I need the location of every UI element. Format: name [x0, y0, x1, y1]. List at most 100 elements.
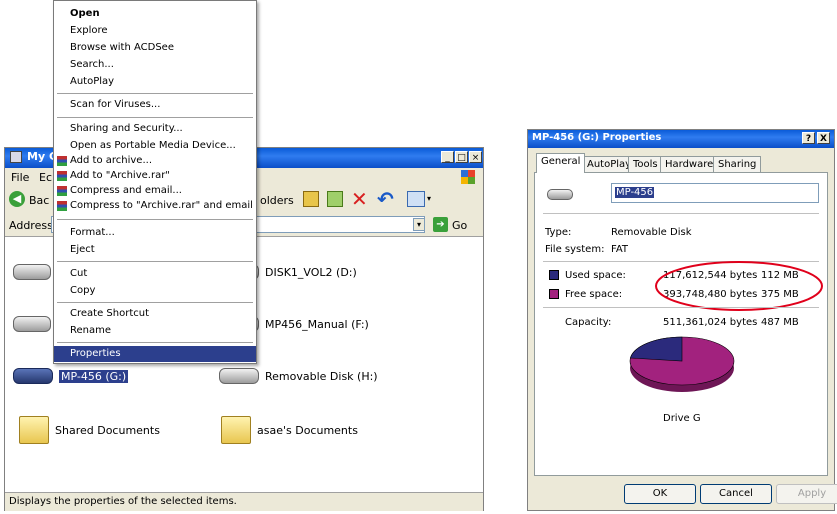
folder-icon	[221, 416, 251, 444]
folder-item-asae[interactable]: asae's Documents	[221, 416, 358, 444]
general-tab-panel: MP-456 Type: Removable Disk File system:…	[534, 172, 828, 476]
cancel-button[interactable]: Cancel	[700, 484, 772, 504]
free-space-label: Free space:	[565, 289, 623, 300]
winrar-icon	[57, 171, 67, 181]
menu-separator	[57, 219, 253, 220]
menu-item-rename[interactable]: Rename	[54, 323, 256, 339]
context-menu: Open Explore Browse with ACDSee Search..…	[53, 0, 257, 364]
menu-item-portable-media[interactable]: Open as Portable Media Device...	[54, 138, 256, 154]
menu-item-eject[interactable]: Eject	[54, 242, 256, 258]
move-to-icon[interactable]	[303, 191, 319, 207]
menu-item-label: Compress to "Archive.rar" and email	[70, 200, 253, 211]
drive-icon	[219, 368, 259, 384]
tab-sharing[interactable]: Sharing	[713, 156, 762, 172]
drive-item-g[interactable]: MP-456 (G:)	[13, 368, 129, 384]
tab-tools[interactable]: Tools	[628, 156, 663, 172]
type-value: Removable Disk	[611, 227, 692, 238]
go-arrow-icon[interactable]: ➔	[433, 217, 448, 232]
menu-item-scan-viruses[interactable]: Scan for Viruses...	[54, 97, 256, 113]
close-button[interactable]: X	[817, 132, 830, 144]
properties-title-bar[interactable]: MP-456 (G:) Properties ? X	[528, 130, 834, 148]
type-label: Type:	[545, 227, 572, 238]
go-button-label[interactable]: Go	[452, 219, 467, 232]
tab-hardware[interactable]: Hardware	[660, 156, 719, 172]
menu-item-label: Add to archive...	[70, 155, 152, 166]
drive-label: Drive G	[663, 413, 701, 424]
menu-item-search[interactable]: Search...	[54, 57, 256, 73]
folder-label-asae: asae's Documents	[257, 423, 358, 437]
views-icon[interactable]	[407, 191, 425, 207]
menu-separator	[57, 261, 253, 262]
properties-title: MP-456 (G:) Properties	[532, 132, 662, 143]
address-dropdown-icon[interactable]: ▾	[413, 218, 425, 231]
capacity-mb: 487 MB	[761, 317, 799, 328]
menu-item-label: Compress and email...	[70, 185, 182, 196]
disk-usage-pie	[629, 336, 735, 392]
pie-used-slice	[630, 336, 683, 362]
windows-logo-icon	[461, 170, 475, 184]
menu-item-compress-email[interactable]: Compress and email...	[54, 183, 256, 199]
removable-drive-icon	[13, 368, 53, 384]
menu-file[interactable]: File	[11, 171, 29, 184]
views-dropdown-icon[interactable]: ▾	[427, 194, 431, 203]
computer-icon	[10, 151, 22, 163]
menu-item-open[interactable]: Open	[54, 6, 256, 22]
status-text: Displays the properties of the selected …	[9, 496, 237, 507]
folders-button-label[interactable]: olders	[260, 194, 294, 207]
menu-separator	[57, 302, 253, 303]
drive-icon	[547, 189, 573, 200]
capacity-label: Capacity:	[565, 317, 612, 328]
menu-item-sharing-security[interactable]: Sharing and Security...	[54, 121, 256, 137]
apply-button[interactable]: Apply	[776, 484, 837, 504]
drive-item-h[interactable]: Removable Disk (H:)	[219, 368, 378, 384]
drive-icon[interactable]	[13, 264, 51, 280]
menu-item-explore[interactable]: Explore	[54, 23, 256, 39]
divider	[543, 307, 819, 308]
folder-label-shared: Shared Documents	[55, 423, 160, 437]
menu-item-browse-acdsee[interactable]: Browse with ACDSee	[54, 40, 256, 56]
menu-separator	[57, 117, 253, 118]
address-label: Address	[9, 219, 53, 232]
winrar-icon	[57, 156, 67, 166]
winrar-icon	[57, 201, 67, 211]
properties-dialog: MP-456 (G:) Properties ? X General AutoP…	[527, 129, 837, 511]
menu-edit[interactable]: Ec	[39, 171, 52, 184]
menu-item-create-shortcut[interactable]: Create Shortcut	[54, 306, 256, 322]
status-bar: Displays the properties of the selected …	[5, 492, 483, 511]
minimize-button[interactable]: _	[441, 151, 454, 163]
used-space-swatch	[549, 270, 559, 280]
drive-name-text: MP-456	[615, 187, 655, 198]
menu-item-cut[interactable]: Cut	[54, 266, 256, 282]
menu-item-properties[interactable]: Properties	[54, 346, 256, 362]
filesystem-value: FAT	[611, 244, 629, 255]
used-space-label: Used space:	[565, 270, 626, 281]
help-button[interactable]: ?	[802, 132, 815, 144]
tab-general[interactable]: General	[536, 153, 586, 173]
ok-button[interactable]: OK	[624, 484, 696, 504]
menu-item-copy[interactable]: Copy	[54, 283, 256, 299]
menu-separator	[57, 93, 253, 94]
undo-icon[interactable]: ↶	[377, 188, 394, 210]
menu-item-add-archive-rar[interactable]: Add to "Archive.rar"	[54, 168, 256, 184]
drive-name-input[interactable]: MP-456	[611, 183, 819, 203]
menu-item-label: Add to "Archive.rar"	[70, 170, 170, 181]
drive-label-h: Removable Disk (H:)	[265, 369, 378, 383]
folder-item-shared[interactable]: Shared Documents	[19, 416, 160, 444]
back-button-label[interactable]: Bac	[29, 194, 49, 207]
close-button[interactable]: ×	[469, 151, 482, 163]
menu-separator	[57, 342, 253, 343]
delete-icon[interactable]: ✕	[351, 188, 368, 210]
menu-item-compress-rar-email[interactable]: Compress to "Archive.rar" and email	[54, 198, 256, 214]
menu-item-format[interactable]: Format...	[54, 225, 256, 241]
menu-item-autoplay[interactable]: AutoPlay	[54, 74, 256, 90]
folder-icon	[19, 416, 49, 444]
copy-to-icon[interactable]	[327, 191, 343, 207]
menu-item-add-archive[interactable]: Add to archive...	[54, 153, 256, 169]
back-icon[interactable]: ◀	[9, 191, 25, 207]
drive-label-g: MP-456 (G:)	[59, 369, 129, 383]
drive-icon[interactable]	[13, 316, 51, 332]
maximize-button[interactable]: □	[455, 151, 468, 163]
drive-label-d: DISK1_VOL2 (D:)	[265, 265, 357, 279]
capacity-bytes: 511,361,024 bytes	[663, 317, 758, 328]
highlight-ellipse	[655, 261, 823, 311]
